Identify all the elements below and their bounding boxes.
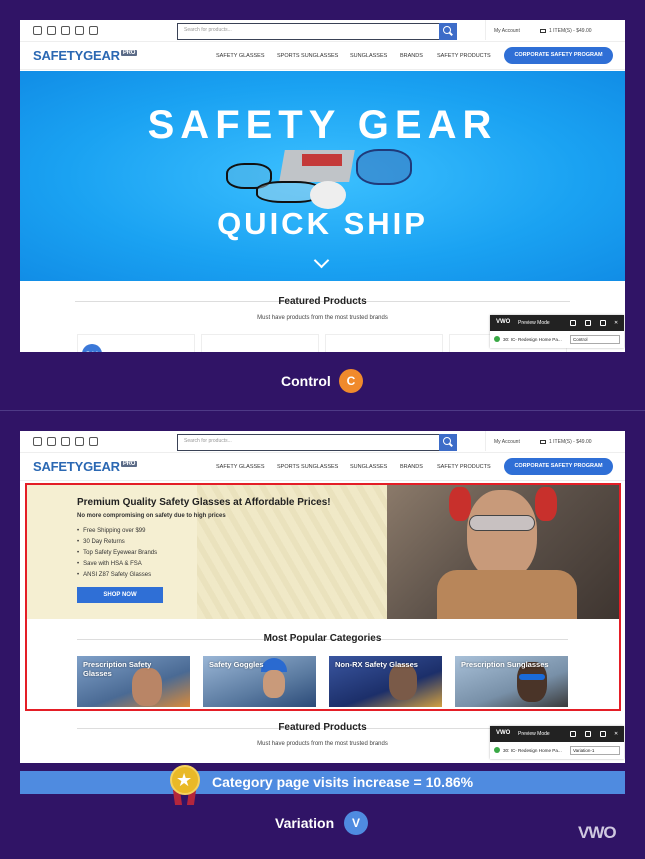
chevron-down-icon[interactable] <box>313 252 330 269</box>
site-logo[interactable]: SAFETYGEAR PRO <box>33 459 138 474</box>
search-button[interactable] <box>439 434 457 451</box>
search-input[interactable]: Search for products... <box>177 434 457 451</box>
hero-subtitle: QUICK SHIP <box>217 206 428 241</box>
section-divider <box>0 410 645 411</box>
link-icon[interactable] <box>570 731 576 737</box>
twitter-icon[interactable] <box>47 437 56 446</box>
variation-badge: V <box>344 811 368 835</box>
cart-icon <box>540 439 546 444</box>
highlight-box <box>25 483 621 711</box>
control-label: Control <box>281 373 331 389</box>
nav-safety-products[interactable]: SAFETY PRODUCTS <box>437 464 491 470</box>
check-icon <box>494 336 500 342</box>
vwo-logo: VWO <box>496 730 511 736</box>
collapse-icon[interactable] <box>600 320 606 326</box>
search-input[interactable]: Search for products... <box>177 23 457 40</box>
instagram-icon[interactable] <box>61 437 70 446</box>
medal-icon: ★ <box>170 765 200 795</box>
corporate-program-button[interactable]: CORPORATE SAFETY PROGRAM <box>504 47 613 64</box>
vwo-preview-bar: VWO Preview Mode ✕ 30: IC- Redesign Home… <box>490 726 624 759</box>
top-bar: Search for products... My Account 1 ITEM… <box>20 20 625 42</box>
pinterest-icon[interactable] <box>75 437 84 446</box>
vwo-brand-logo: VWO <box>578 823 617 842</box>
nav-brands[interactable]: BRANDS <box>400 53 423 59</box>
nav-brands[interactable]: BRANDS <box>400 464 423 470</box>
hero-title: SAFETY GEAR <box>147 103 498 147</box>
cart-link[interactable]: 1 ITEM(S) - $49.00 <box>540 20 592 42</box>
search-button[interactable] <box>439 23 457 40</box>
youtube-icon[interactable] <box>89 437 98 446</box>
product-card[interactable] <box>325 334 443 352</box>
facebook-icon[interactable] <box>33 26 42 35</box>
nav-sports-sunglasses[interactable]: SPORTS SUNGLASSES <box>277 464 338 470</box>
cart-icon <box>540 28 546 33</box>
product-card[interactable] <box>201 334 319 352</box>
variation-label: Variation <box>275 815 335 831</box>
my-account-link[interactable]: My Account <box>485 20 520 40</box>
nav-safety-glasses[interactable]: SAFETY GLASSES <box>216 464 265 470</box>
link-icon[interactable] <box>570 320 576 326</box>
collapse-icon[interactable] <box>600 731 606 737</box>
hero-banner[interactable]: SAFETY GEAR QUICK SHIP <box>20 71 625 281</box>
star-icon: ★ <box>176 770 193 790</box>
site-logo[interactable]: SAFETYGEAR PRO <box>33 48 138 63</box>
corporate-program-button[interactable]: CORPORATE SAFETY PROGRAM <box>504 458 613 475</box>
instagram-icon[interactable] <box>61 26 70 35</box>
pinterest-icon[interactable] <box>75 26 84 35</box>
control-badge: C <box>339 369 363 393</box>
nav-safety-glasses[interactable]: SAFETY GLASSES <box>216 53 265 59</box>
pin-icon[interactable] <box>585 320 591 326</box>
main-nav: SAFETYGEAR PRO SAFETY GLASSES SPORTS SUNG… <box>20 453 625 481</box>
twitter-icon[interactable] <box>47 26 56 35</box>
control-screenshot: Search for products... My Account 1 ITEM… <box>20 20 625 352</box>
nav-sunglasses[interactable]: SUNGLASSES <box>350 464 387 470</box>
variation-screenshot: Search for products... My Account 1 ITEM… <box>20 431 625 763</box>
cart-link[interactable]: 1 ITEM(S) - $49.00 <box>540 431 592 453</box>
close-icon[interactable]: ✕ <box>614 731 620 737</box>
pin-icon[interactable] <box>585 731 591 737</box>
result-text: Category page visits increase = 10.86% <box>212 774 474 790</box>
check-icon <box>494 747 500 753</box>
vwo-logo: VWO <box>496 319 511 325</box>
nav-sports-sunglasses[interactable]: SPORTS SUNGLASSES <box>277 53 338 59</box>
vwo-preview-bar: VWO Preview Mode ✕ 30: IC- Redesign Home… <box>490 315 624 348</box>
featured-title: Featured Products <box>278 296 367 307</box>
nav-sunglasses[interactable]: SUNGLASSES <box>350 53 387 59</box>
nav-safety-products[interactable]: SAFETY PRODUCTS <box>437 53 491 59</box>
close-icon[interactable]: ✕ <box>614 320 620 326</box>
youtube-icon[interactable] <box>89 26 98 35</box>
my-account-link[interactable]: My Account <box>485 431 520 451</box>
variation-select[interactable]: Variation-1 <box>570 746 620 755</box>
facebook-icon[interactable] <box>33 437 42 446</box>
variation-select[interactable]: Control <box>570 335 620 344</box>
main-nav: SAFETYGEAR PRO SAFETY GLASSES SPORTS SUNG… <box>20 42 625 70</box>
top-bar: Search for products... My Account 1 ITEM… <box>20 431 625 453</box>
